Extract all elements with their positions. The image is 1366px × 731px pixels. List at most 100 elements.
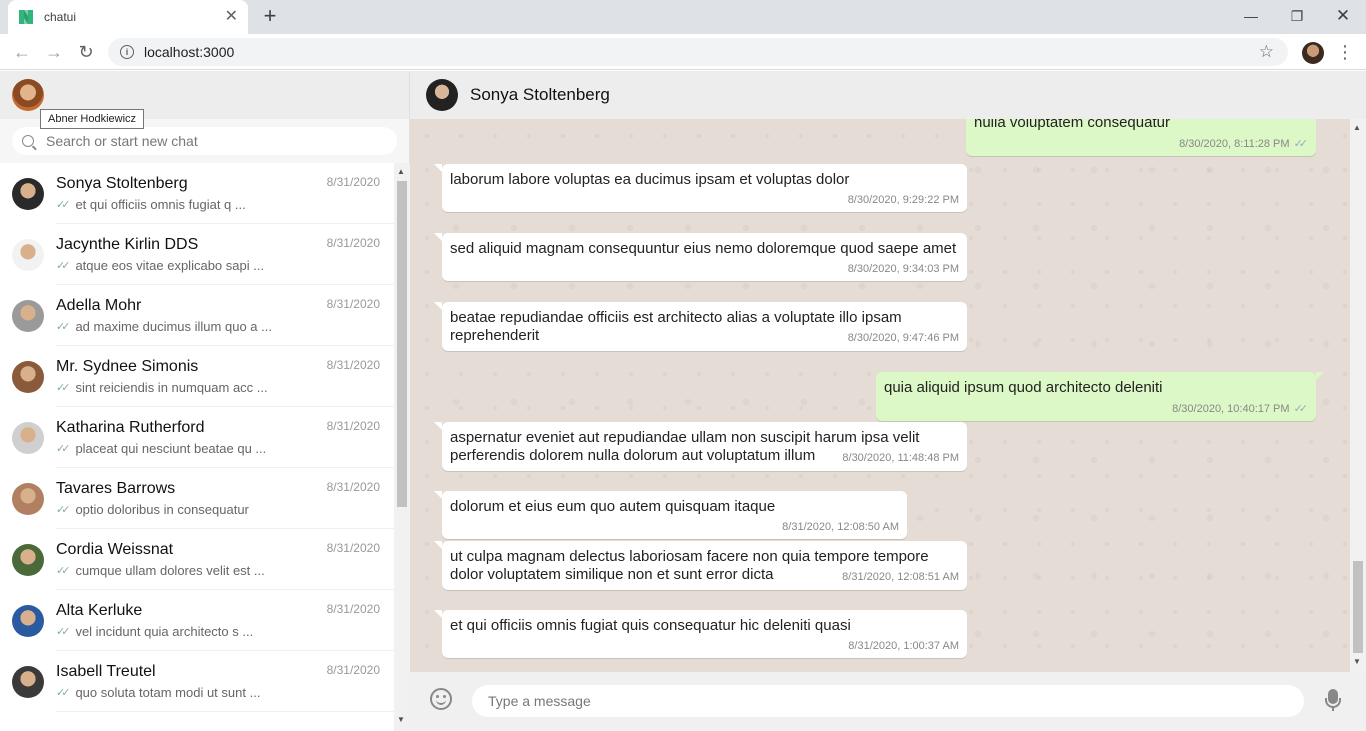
chat-date: 8/31/2020 bbox=[326, 602, 380, 616]
message-text: quia aliquid ipsum quod architecto delen… bbox=[884, 379, 1163, 396]
chat-preview: ✓✓ atque eos vitae explicabo sapi ... bbox=[56, 258, 394, 273]
chat-list-item[interactable]: Mr. Sydnee Simonis 8/31/2020 ✓✓ sint reicie… bbox=[0, 346, 394, 407]
chat-preview-text: placeat qui nesciunt beatae qu ... bbox=[75, 441, 267, 456]
sidebar-header: Abner Hodkiewicz bbox=[0, 71, 409, 129]
search-box bbox=[12, 127, 397, 155]
message-time: 8/31/2020, 1:00:37 AM bbox=[848, 640, 959, 652]
chat-avatar bbox=[12, 299, 44, 332]
chat-item-body: Alta Kerluke 8/31/2020 ✓✓ vel incidunt quia… bbox=[56, 590, 394, 651]
chat-list-item[interactable]: Isabell Treutel 8/31/2020 ✓✓ quo soluta tot… bbox=[0, 651, 394, 712]
my-avatar[interactable] bbox=[12, 79, 44, 111]
close-tab-icon[interactable]: ✕ bbox=[225, 9, 238, 25]
contact-avatar[interactable] bbox=[426, 79, 458, 111]
incoming-message[interactable]: aspernatur eveniet aut repudiandae ullam… bbox=[434, 422, 967, 471]
window-close-icon[interactable]: ✕ bbox=[1320, 0, 1366, 32]
chat-preview: ✓✓ sint reiciendis in numquam acc ... bbox=[56, 380, 394, 395]
chat-list-item[interactable]: Alta Kerluke 8/31/2020 ✓✓ vel incidunt quia… bbox=[0, 590, 394, 651]
scroll-down-icon[interactable]: ▼ bbox=[1353, 657, 1361, 666]
incoming-message[interactable]: sed aliquid magnam consequuntur eius nem… bbox=[434, 233, 967, 281]
chat-list-item[interactable]: Sonya Stoltenberg 8/31/2020 ✓✓ et qui offic… bbox=[0, 163, 394, 224]
message-time: 8/30/2020, 10:40:17 PM ✓✓ bbox=[1172, 402, 1308, 415]
message-scroll-thumb[interactable] bbox=[1353, 561, 1363, 653]
browser-tab[interactable]: chatui ✕ bbox=[8, 0, 248, 34]
message-text: nulla voluptatem consequatur bbox=[974, 119, 1170, 131]
outgoing-message[interactable]: quia aliquid ipsum quod architecto delen… bbox=[876, 372, 1324, 421]
incoming-message[interactable]: dolorum et eius eum quo autem quisquam i… bbox=[434, 491, 907, 539]
microphone-icon[interactable] bbox=[1325, 689, 1341, 711]
chat-list-item[interactable]: Adella Mohr 8/31/2020 ✓✓ ad maxime ducimus … bbox=[0, 285, 394, 346]
message-input[interactable] bbox=[472, 685, 1304, 717]
incoming-message[interactable]: et qui officiis omnis fugiat quis conseq… bbox=[434, 610, 967, 658]
minimize-icon[interactable]: — bbox=[1228, 0, 1274, 32]
scroll-up-icon[interactable]: ▲ bbox=[397, 167, 405, 176]
restore-icon[interactable]: ❐ bbox=[1274, 0, 1320, 32]
search-input[interactable] bbox=[46, 133, 397, 149]
new-tab-icon[interactable]: + bbox=[258, 4, 282, 28]
double-check-icon: ✓✓ bbox=[56, 382, 71, 394]
chat-item-body: Jacynthe Kirlin DDS 8/31/2020 ✓✓ atque eos … bbox=[56, 224, 394, 285]
browser-profile-avatar[interactable] bbox=[1302, 42, 1324, 64]
incoming-message[interactable]: ut culpa magnam delectus laboriosam face… bbox=[434, 541, 967, 590]
chat-avatar bbox=[12, 482, 44, 515]
reload-icon[interactable]: ↻ bbox=[74, 40, 98, 64]
double-check-icon: ✓✓ bbox=[56, 565, 71, 577]
chat-preview: ✓✓ cumque ullam dolores velit est ... bbox=[56, 563, 394, 578]
message-time: 8/30/2020, 11:48:48 PM bbox=[842, 452, 959, 464]
contact-name: Sonya Stoltenberg bbox=[470, 85, 610, 104]
message-time: 8/30/2020, 9:34:03 PM bbox=[848, 263, 959, 275]
chat-item-body: Tavares Barrows 8/31/2020 ✓✓ optio doloribu… bbox=[56, 468, 394, 529]
message-text: et qui officiis omnis fugiat quis conseq… bbox=[450, 617, 851, 634]
chat-avatar bbox=[12, 177, 44, 210]
message-timestamp: 8/30/2020, 11:48:48 PM bbox=[842, 452, 959, 464]
chat-preview: ✓✓ ad maxime ducimus illum quo a ... bbox=[56, 319, 394, 334]
scroll-up-icon[interactable]: ▲ bbox=[1353, 123, 1361, 132]
message-scrollbar[interactable]: ▲ ▼ bbox=[1350, 119, 1366, 672]
tab-title: chatui bbox=[44, 10, 77, 24]
chat-preview: ✓✓ et qui officiis omnis fugiat q ... bbox=[56, 197, 394, 212]
sidebar: Abner Hodkiewicz Sonya Stoltenberg8/31/2… bbox=[0, 71, 410, 731]
browser-toolbar: ← → ↻ i localhost:3000 ☆ bbox=[0, 34, 1366, 70]
chat-preview-text: et qui officiis omnis fugiat q ... bbox=[75, 197, 246, 212]
message-time: 8/31/2020, 12:08:51 AM bbox=[842, 571, 959, 583]
chat-list-scroll-thumb[interactable] bbox=[397, 181, 407, 507]
chat-avatar bbox=[12, 665, 44, 698]
chat-date: 8/31/2020 bbox=[326, 480, 380, 494]
message-timestamp: 8/30/2020, 9:47:46 PM bbox=[847, 332, 959, 344]
message-text: sed aliquid magnam consequuntur eius nem… bbox=[450, 240, 957, 257]
bookmark-star-icon[interactable]: ☆ bbox=[1259, 42, 1274, 62]
chat-list-item[interactable]: Cordia Weissnat 8/31/2020 ✓✓ cumque ullam d… bbox=[0, 529, 394, 590]
browser-menu-icon[interactable]: ⋮ bbox=[1336, 40, 1354, 64]
chat-list-item[interactable]: Katharina Rutherford 8/31/2020 ✓✓ placeat q… bbox=[0, 407, 394, 468]
address-bar[interactable]: i localhost:3000 ☆ bbox=[108, 38, 1288, 66]
message-time: 8/30/2020, 9:29:22 PM bbox=[848, 194, 959, 206]
chat-preview: ✓✓ placeat qui nesciunt beatae qu ... bbox=[56, 441, 394, 456]
double-check-icon: ✓✓ bbox=[56, 504, 71, 516]
message-text: dolorum et eius eum quo autem quisquam i… bbox=[450, 498, 776, 515]
emoji-icon[interactable] bbox=[430, 688, 452, 710]
double-check-icon: ✓✓ bbox=[56, 626, 71, 638]
message-timestamp: 8/31/2020, 1:00:37 AM bbox=[848, 640, 959, 652]
double-check-icon: ✓✓ bbox=[1293, 403, 1309, 415]
chat-list-scrollbar[interactable]: ▲ ▼ bbox=[394, 163, 410, 731]
browser-tabbar: chatui ✕ + — ❐ ✕ bbox=[0, 0, 1366, 34]
back-arrow-icon[interactable]: ← bbox=[10, 40, 34, 64]
scroll-down-icon[interactable]: ▼ bbox=[397, 715, 405, 724]
incoming-message[interactable]: beatae repudiandae officiis est architec… bbox=[434, 302, 967, 351]
message-timestamp: 8/31/2020, 12:08:51 AM bbox=[842, 571, 959, 583]
chat-preview-text: cumque ullam dolores velit est ... bbox=[75, 563, 265, 578]
double-check-icon: ✓✓ bbox=[56, 443, 71, 455]
double-check-icon: ✓✓ bbox=[1293, 138, 1309, 150]
message-timestamp: 8/30/2020, 10:40:17 PM bbox=[1172, 403, 1290, 415]
chat-item-body: Katharina Rutherford 8/31/2020 ✓✓ placeat q… bbox=[56, 407, 394, 468]
incoming-message[interactable]: laborum labore voluptas ea ducimus ipsam… bbox=[434, 164, 967, 212]
conversation-panel: Sonya Stoltenberg nulla voluptatem conse… bbox=[410, 71, 1366, 731]
chat-list-item[interactable]: Jacynthe Kirlin DDS 8/31/2020 ✓✓ atque eos … bbox=[0, 224, 394, 285]
outgoing-message[interactable]: nulla voluptatem consequatur 8/30/2020, 8… bbox=[966, 119, 1316, 156]
message-time: 8/31/2020, 12:08:50 AM bbox=[782, 521, 899, 533]
chat-preview: ✓✓ optio doloribus in consequatur bbox=[56, 502, 394, 517]
forward-arrow-icon[interactable]: → bbox=[42, 40, 66, 64]
chat-list-item[interactable]: Tavares Barrows 8/31/2020 ✓✓ optio doloribu… bbox=[0, 468, 394, 529]
chat-item-body: Adella Mohr 8/31/2020 ✓✓ ad maxime ducimus … bbox=[56, 285, 394, 346]
site-info-icon[interactable]: i bbox=[120, 45, 134, 59]
chat-app: Abner Hodkiewicz Sonya Stoltenberg 8/31/2… bbox=[0, 71, 1366, 731]
